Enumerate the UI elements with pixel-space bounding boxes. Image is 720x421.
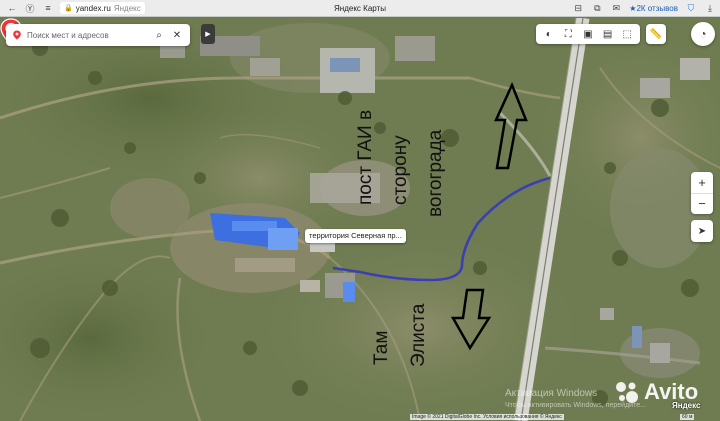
reader-icon[interactable]: ≡: [42, 2, 54, 14]
zoom-controls: + −: [691, 172, 713, 214]
shield-icon[interactable]: ⛉: [685, 2, 697, 14]
annotation-elista: Элиста: [408, 303, 429, 367]
panorama-icon[interactable]: ⛶: [560, 26, 576, 42]
reviews-link[interactable]: ★2К отзывов: [629, 4, 678, 13]
annotation-city: вогограда: [425, 129, 446, 217]
map-canvas: [0, 18, 720, 421]
collapse-panel-button[interactable]: ▶: [201, 24, 215, 44]
annotation-gai-post: пост ГАИ в: [355, 109, 376, 205]
browser-actions: ⊟ ⧉ ✉ ★2К отзывов ⛉ ⤓: [572, 2, 716, 14]
close-icon[interactable]: ✕: [170, 28, 184, 42]
location-pin-icon: [13, 30, 21, 40]
browser-toolbar: ← Ⓨ ≡ 🔒 yandex.ru Яндекс Яндекс Карты ⊟ …: [0, 0, 720, 17]
address-path: Яндекс: [113, 3, 141, 13]
avito-logo-icon: [616, 382, 638, 403]
lock-icon: 🔒: [64, 5, 73, 12]
back-icon[interactable]: ←: [6, 2, 18, 14]
ruler-icon[interactable]: 📏: [646, 24, 666, 44]
copy-icon[interactable]: ⧉: [591, 2, 603, 14]
search-icon[interactable]: ⌕: [152, 28, 166, 42]
screenshot: ← Ⓨ ≡ 🔒 yandex.ru Яндекс Яндекс Карты ⊟ …: [0, 0, 720, 421]
yandex-brand: Яндекс: [672, 401, 701, 410]
annotation-there: Там: [371, 330, 392, 365]
route-icon[interactable]: ⬚: [619, 26, 635, 42]
address-bar[interactable]: 🔒 yandex.ru Яндекс: [60, 2, 145, 14]
ext-icon[interactable]: ⊟: [572, 2, 584, 14]
search-box: ⌕ ✕: [6, 24, 190, 46]
download-icon[interactable]: ⤓: [704, 2, 716, 14]
zoom-in-button[interactable]: +: [691, 172, 713, 193]
map-layer-icon[interactable]: ◐: [541, 26, 557, 42]
search-input[interactable]: [27, 30, 152, 40]
scale-bar: 60 м: [680, 414, 695, 420]
map-copyright[interactable]: Image © 2021 DigitalGlobe Inc. Условия и…: [410, 414, 564, 420]
profile-icon[interactable]: ◔: [691, 22, 715, 46]
address-host: yandex.ru: [75, 3, 111, 13]
annotation-direction: сторону: [390, 135, 411, 205]
yandex-y-icon[interactable]: Ⓨ: [24, 2, 36, 14]
satellite-map[interactable]: пост ГАИ в сторону вогограда Там Элиста …: [0, 18, 720, 421]
traffic-icon[interactable]: ▣: [580, 26, 596, 42]
zoom-out-button[interactable]: −: [691, 194, 713, 215]
map-layers-toolbar: ◐ ⛶ ▣ ▤ ⬚: [536, 24, 640, 44]
locate-me-icon[interactable]: ➤: [691, 220, 713, 242]
bus-icon[interactable]: ▤: [600, 26, 616, 42]
placemark-label[interactable]: территория Северная пр...: [305, 229, 406, 243]
mail-icon[interactable]: ✉: [610, 2, 622, 14]
